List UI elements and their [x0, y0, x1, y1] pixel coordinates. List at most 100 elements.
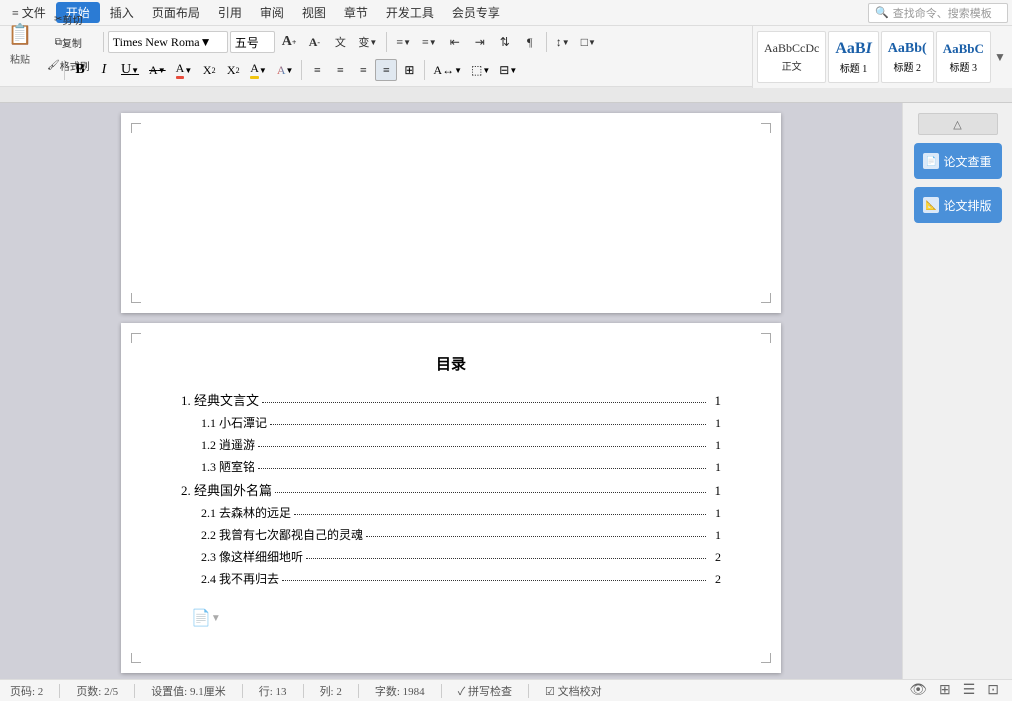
toc-item-1-3[interactable]: 1.3 陋室铭 1	[181, 458, 721, 475]
settings-value: 设置值: 9.1厘米	[151, 683, 226, 699]
row-number: 行: 13	[259, 683, 287, 699]
status-div-1	[59, 684, 60, 698]
command-search[interactable]: 🔍 查找命令、搜索模板	[868, 3, 1008, 23]
changecase-button[interactable]: 变▼	[353, 31, 382, 53]
font-name-select[interactable]: Times New Roma▼	[108, 31, 228, 53]
style-h3[interactable]: AaBbC 标题 3	[936, 31, 991, 83]
toc-item-1-2[interactable]: 1.2 逍遥游 1	[181, 436, 721, 453]
strikethrough-button[interactable]: A▼	[145, 59, 170, 81]
toc-item-1[interactable]: 1. 经典文言文 1	[181, 390, 721, 409]
web-layout-icon[interactable]: ☰	[960, 681, 979, 700]
menu-review[interactable]: 审阅	[252, 2, 292, 23]
grow-font-button[interactable]: A+	[277, 31, 302, 53]
spacing-group: A↔▼ ⬚▼ ⊟▼	[429, 59, 521, 81]
search-icon: 🔍	[875, 6, 889, 19]
shrink-font-button[interactable]: A-	[302, 31, 326, 53]
phonetic-button[interactable]: 文	[328, 31, 352, 53]
subscript-button[interactable]: X2	[222, 59, 244, 81]
style-normal-preview: AaBbCcDc	[764, 41, 819, 56]
show-marks-button[interactable]: ¶	[518, 31, 542, 53]
panel-collapse-button[interactable]: △	[918, 113, 998, 135]
font-size-select[interactable]: 五号	[230, 31, 275, 53]
toc-item-2-3[interactable]: 2.3 像这样细细地听 2	[181, 548, 721, 565]
menu-layout[interactable]: 页面布局	[144, 2, 208, 23]
border2-button[interactable]: ⊟▼	[495, 59, 521, 81]
doc-check[interactable]: ☑ 文档校对	[545, 683, 602, 699]
eye-icon[interactable]: 👁	[906, 681, 930, 700]
toc-item-2-1[interactable]: 2.1 去森林的远足 1	[181, 504, 721, 521]
paper-format-icon: 📐	[923, 197, 939, 213]
paper-check-button[interactable]: 📄 论文查重	[914, 143, 1002, 179]
toolbar-separator-3	[546, 32, 547, 52]
toc-page-1-3: 1	[709, 460, 721, 475]
shading-button[interactable]: ⬚▼	[467, 59, 494, 81]
menu-insert[interactable]: 插入	[102, 2, 142, 23]
border-button[interactable]: □▼	[576, 31, 601, 53]
menu-chapter[interactable]: 章节	[336, 2, 376, 23]
ordered-list-button[interactable]: ≡▼	[417, 31, 442, 53]
menu-bar: ≡ 文件 开始 插入 页面布局 引用 审阅 视图 章节 开发工具 会员专享 🔍 …	[0, 0, 1012, 26]
paper-format-button[interactable]: 📐 论文排版	[914, 187, 1002, 223]
paste-button[interactable]: 📋	[4, 19, 36, 51]
doc-edit-arrow: ▼	[211, 613, 221, 624]
menu-references[interactable]: 引用	[210, 2, 250, 23]
style-h2[interactable]: AaBb( 标题 2	[881, 31, 934, 83]
line-spacing-button[interactable]: ↕▼	[551, 31, 575, 53]
menu-vip[interactable]: 会员专享	[444, 2, 508, 23]
underline-button[interactable]: U▼	[117, 59, 143, 81]
align-center-button[interactable]: ≡	[329, 59, 351, 81]
font-color-button[interactable]: A ▼	[172, 59, 197, 81]
style-normal[interactable]: AaBbCcDc 正文	[757, 31, 826, 83]
menu-developer[interactable]: 开发工具	[378, 2, 442, 23]
toc-item-2[interactable]: 2. 经典国外名篇 1	[181, 480, 721, 499]
superscript-button[interactable]: X2	[198, 59, 220, 81]
italic-button[interactable]: I	[93, 59, 115, 81]
alignment-group: ≡ ≡ ≡ ≡ ⊞	[306, 59, 420, 81]
align-justify-button[interactable]: ≡	[375, 59, 397, 81]
styles-more-button[interactable]: ▼	[993, 31, 1007, 83]
decrease-indent-button[interactable]: ⇤	[443, 31, 467, 53]
highlight-button[interactable]: A ▼	[246, 59, 271, 81]
toc-item-2-4[interactable]: 2.4 我不再归去 2	[181, 570, 721, 587]
toc-dots-1-2	[258, 446, 706, 447]
toc-page-2-2: 1	[709, 528, 721, 543]
style-h1-preview: AaBI	[835, 40, 871, 58]
sort-button[interactable]: ⇅	[493, 31, 517, 53]
status-div-3	[242, 684, 243, 698]
right-panel: △ 📄 论文查重 📐 论文排版	[902, 103, 1012, 679]
char-spacing-button[interactable]: A↔▼	[429, 59, 466, 81]
page2-corner-tr	[761, 333, 771, 343]
menu-view[interactable]: 视图	[294, 2, 334, 23]
increase-indent-button[interactable]: ⇥	[468, 31, 492, 53]
paper-check-icon: 📄	[923, 153, 939, 169]
status-div-2	[134, 684, 135, 698]
unordered-list-button[interactable]: ≡▼	[391, 31, 416, 53]
focus-icon[interactable]: ⊡	[984, 681, 1002, 700]
align-left-button[interactable]: ≡	[306, 59, 328, 81]
toc-title: 目录	[181, 353, 721, 374]
toc-item-2-2[interactable]: 2.2 我曾有七次鄙视自己的灵魂 1	[181, 526, 721, 543]
style-h1[interactable]: AaBI 标题 1	[828, 31, 878, 83]
page-toc[interactable]: 目录 1. 经典文言文 1 1.1 小石潭记 1 1.2 逍遥游 1 1.3 陋…	[121, 323, 781, 673]
page2-corner-bl	[131, 653, 141, 663]
toc-dots-1-3	[258, 468, 706, 469]
status-view-icons: 👁 ⊞ ☰ ⊡	[906, 681, 1002, 700]
toc-page-1: 1	[709, 393, 721, 409]
print-layout-icon[interactable]: ⊞	[936, 681, 954, 700]
align-right-button[interactable]: ≡	[352, 59, 374, 81]
bold-button[interactable]: B	[69, 59, 91, 81]
toc-label-1-3: 1.3 陋室铭	[201, 458, 255, 475]
style-h3-label: 标题 3	[950, 59, 978, 74]
spell-check[interactable]: ✓ 拼写检查	[458, 683, 512, 699]
toc-label-1-2: 1.2 逍遥游	[201, 436, 255, 453]
collapse-icon: △	[953, 118, 961, 131]
paragraph-group: ≡▼ ≡▼ ⇤ ⇥ ⇅ ¶	[391, 31, 541, 53]
document-area[interactable]: 目录 1. 经典文言文 1 1.1 小石潭记 1 1.2 逍遥游 1 1.3 陋…	[0, 103, 902, 679]
distribute-button[interactable]: ⊞	[398, 59, 420, 81]
cut-button[interactable]: ✂ 剪切	[42, 8, 95, 30]
text-effect-button[interactable]: A ▼	[273, 59, 298, 81]
corner-tr	[761, 123, 771, 133]
copy-button[interactable]: ⧉ 复制	[42, 31, 95, 53]
toc-label-2-1: 2.1 去森林的远足	[201, 504, 291, 521]
toc-item-1-1[interactable]: 1.1 小石潭记 1	[181, 414, 721, 431]
